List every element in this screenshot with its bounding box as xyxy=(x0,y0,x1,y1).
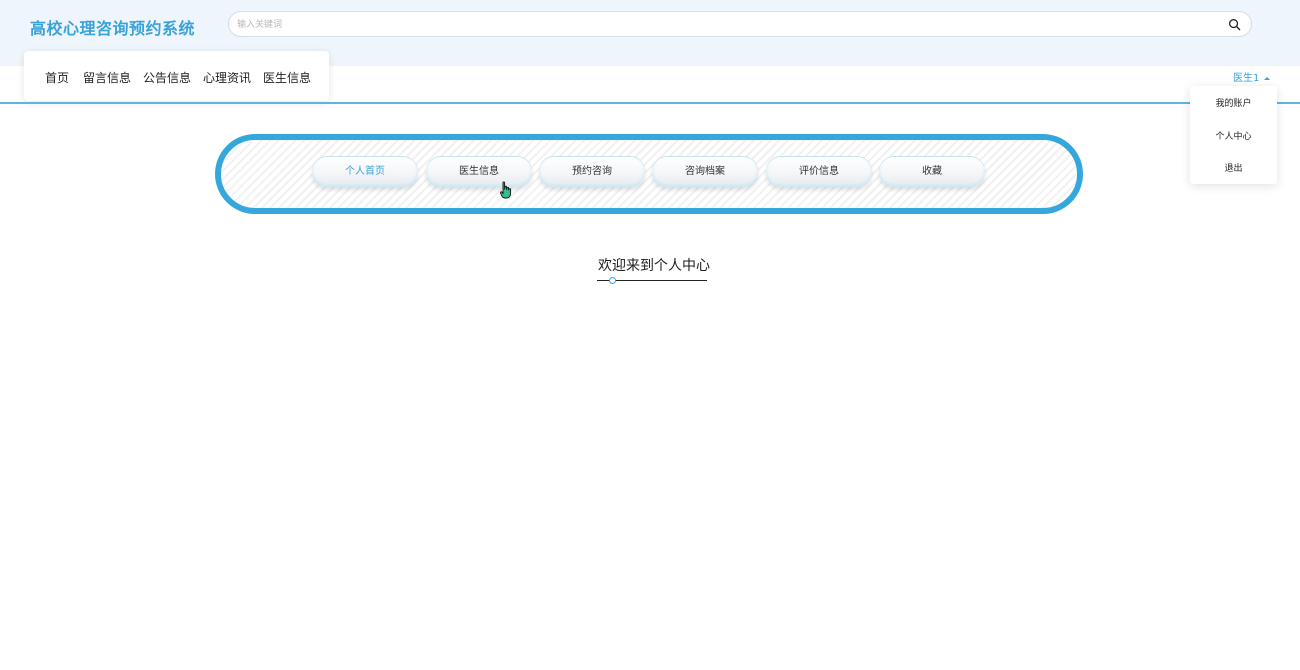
user-dropdown: 我的账户 个人中心 退出 xyxy=(1190,86,1277,184)
welcome-title: 欢迎来到个人中心 xyxy=(598,258,710,274)
nav-item-home[interactable]: 首页 xyxy=(45,69,69,86)
center-menu-reviews[interactable]: 评价信息 xyxy=(766,157,872,187)
search-box[interactable] xyxy=(228,11,1252,37)
nav-divider xyxy=(0,102,1300,104)
nav-item-doctors[interactable]: 医生信息 xyxy=(263,69,311,86)
search-icon[interactable] xyxy=(1228,18,1241,31)
search-input[interactable] xyxy=(235,15,1219,35)
nav-item-psych-news[interactable]: 心理资讯 xyxy=(203,69,251,86)
underline-dot xyxy=(609,277,616,284)
caret-up-icon xyxy=(1264,76,1271,80)
menu-item-logout[interactable]: 退出 xyxy=(1190,161,1277,174)
center-menu-consult-records[interactable]: 咨询档案 xyxy=(652,157,758,187)
menu-item-my-account[interactable]: 我的账户 xyxy=(1190,96,1277,109)
nav-item-messages[interactable]: 留言信息 xyxy=(83,69,131,86)
center-menu-appointments[interactable]: 预约咨询 xyxy=(539,157,645,187)
menu-item-personal-center[interactable]: 个人中心 xyxy=(1190,129,1277,142)
center-menu-favorites[interactable]: 收藏 xyxy=(879,157,985,187)
nav-item-announcements[interactable]: 公告信息 xyxy=(143,69,191,86)
site-title[interactable]: 高校心理咨询预约系统 xyxy=(30,15,195,39)
user-menu-toggle[interactable]: 医生1 xyxy=(1233,69,1271,84)
main-nav: 首页 留言信息 公告信息 心理资讯 医生信息 xyxy=(24,51,329,101)
hand-pointer-icon xyxy=(500,181,512,199)
username: 医生1 xyxy=(1233,73,1260,84)
center-menu-personal-home[interactable]: 个人首页 xyxy=(312,157,418,187)
center-menu-doctor-info[interactable]: 医生信息 xyxy=(426,157,532,187)
